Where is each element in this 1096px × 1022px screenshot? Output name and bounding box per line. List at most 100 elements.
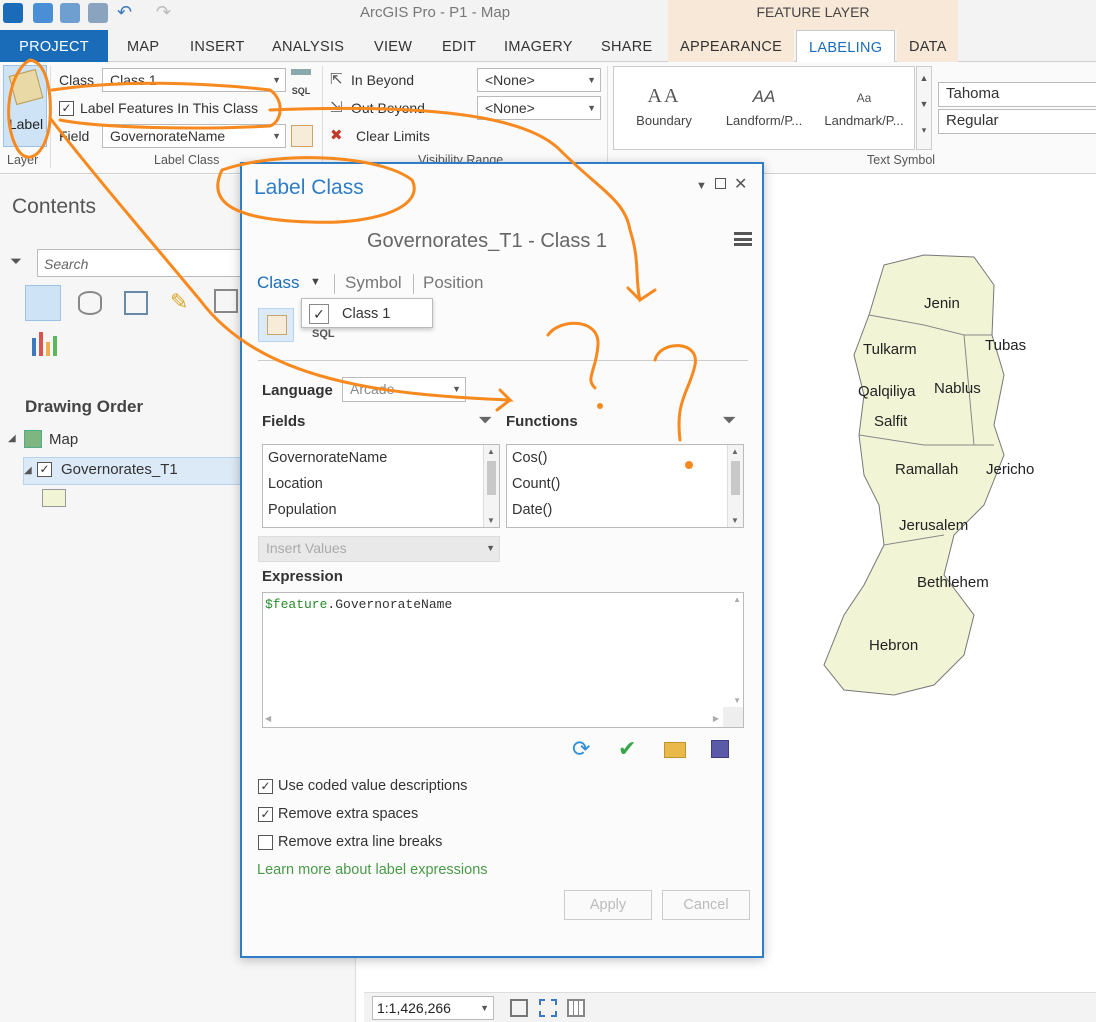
expression-editor[interactable]: $feature.GovernorateName ▲ ▼ ◀ ▶ — [262, 592, 744, 728]
cancel-button[interactable]: Cancel — [662, 890, 750, 920]
tab-labeling[interactable]: LABELING — [796, 30, 896, 63]
collapse-map-icon[interactable]: ◢ — [8, 433, 16, 444]
layer-visibility-checkbox[interactable]: ✓ — [37, 462, 52, 477]
layer-symbol-swatch[interactable] — [42, 489, 66, 507]
close-icon[interactable]: ✕ — [734, 174, 747, 194]
class-dropdown-check[interactable]: ✓ — [309, 304, 329, 324]
fixed-zoom-icon[interactable] — [510, 999, 528, 1017]
gallery-sample-landform[interactable]: AA — [718, 87, 810, 107]
list-item[interactable]: Cos() — [507, 445, 743, 471]
snapping-toggle-icon[interactable] — [539, 999, 557, 1017]
extra-spaces-checkbox[interactable]: ✓ — [258, 807, 273, 822]
tab-insert[interactable]: INSERT — [178, 30, 257, 62]
list-item[interactable]: Date() — [507, 497, 743, 523]
fields-scrollbar[interactable]: ▲ ▼ — [483, 445, 499, 527]
gallery-sample-landmark[interactable]: Aa — [818, 91, 910, 105]
chevron-down-icon: ▼ — [486, 543, 495, 553]
save-project-icon[interactable] — [88, 3, 108, 23]
selection-icon[interactable] — [124, 291, 148, 315]
tab-project[interactable]: PROJECT — [0, 30, 108, 62]
fields-filter-icon[interactable]: ⏷ — [478, 410, 492, 431]
editing-icon[interactable]: ✎ — [170, 289, 188, 315]
list-item[interactable]: Count() — [507, 471, 743, 497]
in-beyond-button[interactable]: In Beyond — [351, 72, 414, 88]
scroll-left-icon[interactable]: ◀ — [265, 714, 271, 723]
tab-edit[interactable]: EDIT — [430, 30, 488, 62]
list-item[interactable]: GovernorateName — [263, 445, 499, 471]
line-breaks-checkbox[interactable] — [258, 835, 273, 850]
class-label: Class — [59, 72, 95, 88]
save-icon[interactable] — [711, 740, 729, 758]
functions-list[interactable]: Cos() Count() Date() ▲ ▼ — [506, 444, 744, 528]
tab-imagery[interactable]: IMAGERY — [492, 30, 585, 62]
sql-icon: SQL — [291, 86, 311, 96]
functions-filter-icon[interactable]: ⏷ — [722, 410, 736, 431]
pane-menu-icon[interactable]: ▼ — [696, 180, 707, 192]
ribbon-separator — [322, 66, 323, 168]
out-beyond-button[interactable]: Out Beyond — [351, 100, 425, 116]
tab-share[interactable]: SHARE — [589, 30, 664, 62]
gallery-scroll[interactable]: ▲ ▼ ▾ — [916, 66, 932, 150]
undo-icon[interactable]: ↶ — [117, 2, 132, 23]
out-beyond-value: <None> — [485, 100, 535, 116]
tab-map[interactable]: MAP — [115, 30, 171, 62]
in-beyond-combo[interactable]: <None> ▼ — [477, 68, 601, 92]
label-button[interactable]: Label — [3, 65, 47, 147]
fields-list[interactable]: GovernorateName Location Population ▲ ▼ — [262, 444, 500, 528]
data-source-icon[interactable] — [78, 291, 102, 315]
grid-icon[interactable] — [567, 999, 585, 1017]
in-beyond-icon: ⇱ — [330, 71, 343, 88]
redo-icon[interactable]: ↷ — [156, 2, 171, 23]
clear-limits-button[interactable]: Clear Limits — [356, 128, 430, 144]
verify-refresh-icon[interactable]: ⟳ — [572, 736, 590, 762]
out-beyond-combo[interactable]: <None> ▼ — [477, 96, 601, 120]
new-project-icon[interactable] — [33, 3, 53, 23]
scale-combo[interactable]: 1:1,426,266 ▼ — [372, 996, 494, 1020]
tab-appearance[interactable]: APPEARANCE — [668, 30, 794, 62]
functions-scrollbar[interactable]: ▲ ▼ — [727, 445, 743, 527]
label-features-checkbox[interactable]: ✓ — [59, 101, 74, 116]
charts-icon[interactable] — [30, 330, 58, 356]
maximize-icon[interactable] — [715, 178, 726, 189]
tab-data[interactable]: DATA — [897, 30, 958, 62]
map-label: Qalqiliya — [858, 383, 916, 400]
list-item[interactable]: Location — [263, 471, 499, 497]
class-combo[interactable]: Class 1 ▼ — [102, 68, 286, 92]
expression-label: Expression — [262, 568, 343, 585]
drawing-order-icon[interactable] — [25, 285, 61, 321]
hamburger-menu-icon[interactable] — [734, 232, 752, 246]
sql-mode-button[interactable]: SQL — [312, 328, 335, 340]
font-style-combo[interactable]: Regular — [938, 109, 1096, 134]
sql-query-button[interactable]: SQL — [291, 69, 311, 96]
tree-map[interactable]: Map — [49, 431, 78, 448]
coded-values-checkbox[interactable]: ✓ — [258, 779, 273, 794]
language-value: Arcade — [350, 381, 395, 397]
expression-mode-button[interactable] — [258, 308, 294, 342]
verify-check-icon[interactable]: ✔ — [618, 736, 636, 762]
snapping-icon[interactable] — [214, 289, 238, 313]
scroll-down-icon[interactable]: ▼ — [733, 696, 741, 705]
tab-view[interactable]: VIEW — [362, 30, 424, 62]
open-project-icon[interactable] — [60, 3, 80, 23]
tab-class[interactable]: Class — [257, 273, 300, 293]
open-folder-icon[interactable] — [664, 742, 686, 758]
font-name-combo[interactable]: Tahoma — [938, 82, 1096, 107]
tree-layer[interactable]: Governorates_T1 — [61, 461, 178, 478]
language-select[interactable]: Arcade ▼ — [342, 377, 466, 402]
expression-button[interactable] — [291, 125, 313, 147]
scroll-up-icon[interactable]: ▲ — [733, 595, 741, 604]
field-combo[interactable]: GovernorateName ▼ — [102, 124, 286, 148]
chevron-down-icon[interactable]: ▼ — [310, 276, 321, 288]
gallery-sample-boundary[interactable]: AA — [622, 85, 706, 108]
collapse-layer-icon[interactable]: ◢ — [24, 465, 32, 476]
scroll-right-icon[interactable]: ▶ — [713, 714, 719, 723]
tab-symbol[interactable]: Symbol — [345, 273, 402, 293]
apply-button[interactable]: Apply — [564, 890, 652, 920]
contents-search-input[interactable]: Search — [37, 249, 257, 277]
list-item[interactable]: Population — [263, 497, 499, 523]
tab-analysis[interactable]: ANALYSIS — [260, 30, 356, 62]
filter-icon[interactable]: ⏷ — [10, 253, 22, 270]
learn-more-link[interactable]: Learn more about label expressions — [257, 862, 488, 878]
functions-label: Functions — [506, 413, 578, 430]
class-dropdown-item[interactable]: Class 1 — [342, 306, 390, 322]
